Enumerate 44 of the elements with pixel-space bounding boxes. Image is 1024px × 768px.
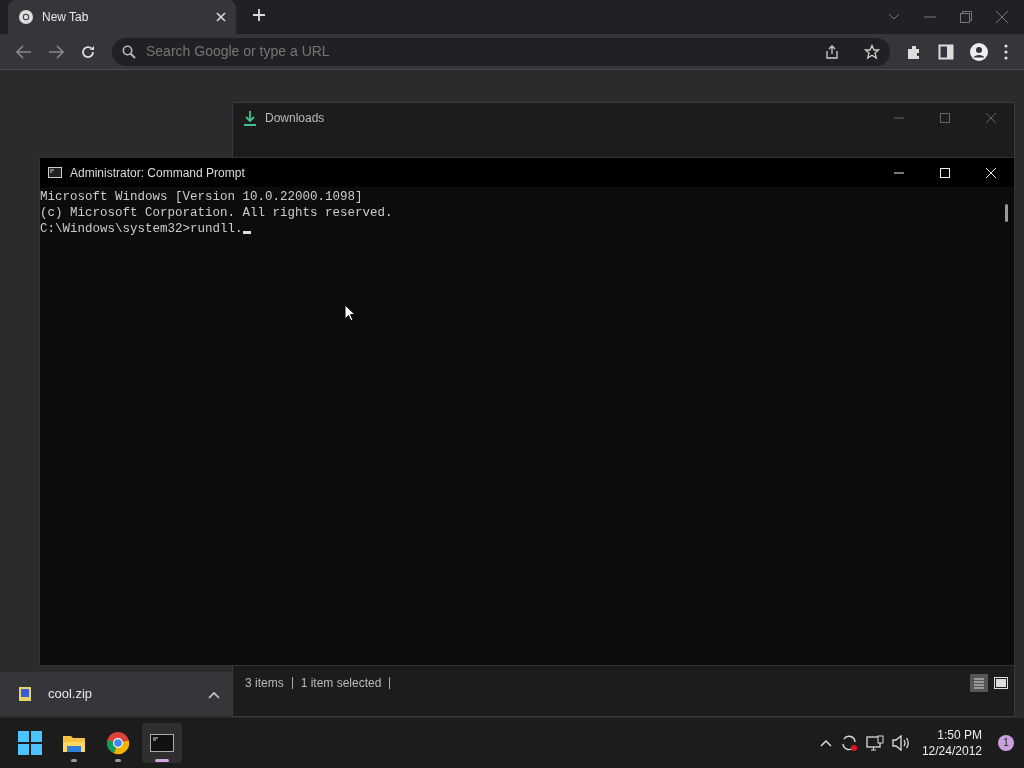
window-title: Downloads xyxy=(265,110,325,127)
terminal-icon xyxy=(48,167,62,178)
address-bar[interactable]: Search Google or type a URL xyxy=(112,37,890,66)
chevron-up-icon[interactable] xyxy=(208,690,220,699)
sync-icon[interactable] xyxy=(839,734,858,752)
browser-tab[interactable]: New Tab xyxy=(8,0,236,34)
chevron-down-icon[interactable] xyxy=(888,13,900,21)
speaker-icon[interactable] xyxy=(891,735,910,751)
back-icon[interactable] xyxy=(16,44,32,59)
windows-logo-icon xyxy=(18,731,42,755)
chrome-icon xyxy=(18,9,34,25)
forward-icon[interactable] xyxy=(48,44,64,59)
share-icon[interactable] xyxy=(824,43,840,60)
side-panel-icon[interactable] xyxy=(938,43,954,60)
reload-icon[interactable] xyxy=(80,43,96,60)
restore-icon[interactable] xyxy=(960,11,972,23)
chrome-icon xyxy=(106,731,130,755)
clock-time: 1:50 PM xyxy=(936,727,982,743)
window-title: Administrator: Command Prompt xyxy=(70,164,245,182)
puzzle-icon[interactable] xyxy=(906,43,922,60)
file-name: cool.zip xyxy=(48,685,93,704)
clock-date: 12/24/2012 xyxy=(921,743,982,759)
console-line: C:\Windows\system32>rundll. xyxy=(40,221,243,237)
mouse-cursor-icon xyxy=(344,303,356,322)
profile-icon[interactable] xyxy=(970,42,988,61)
notification-badge[interactable]: 1 xyxy=(998,735,1014,751)
terminal-icon xyxy=(150,731,174,755)
text-cursor xyxy=(242,231,251,234)
scrollbar-thumb[interactable] xyxy=(1005,204,1008,222)
console-line: Microsoft Windows [Version 10.0.22000.1098] xyxy=(40,189,363,205)
network-icon[interactable] xyxy=(865,735,884,751)
zip-file-icon xyxy=(18,686,32,702)
tab-label: New Tab xyxy=(42,9,90,26)
new-tab-icon[interactable] xyxy=(252,7,266,22)
more-icon[interactable] xyxy=(1004,43,1008,60)
status-text: 3 items xyxy=(245,675,284,692)
chevron-up-icon[interactable] xyxy=(819,739,832,747)
taskbar-app[interactable] xyxy=(142,723,182,763)
search-icon xyxy=(122,44,136,59)
star-icon[interactable] xyxy=(864,43,880,60)
console-line: (c) Microsoft Corporation. All rights reserved. xyxy=(40,205,393,221)
status-text: 1 item selected xyxy=(300,675,382,692)
download-icon xyxy=(243,110,257,126)
tiles-view-icon[interactable] xyxy=(992,674,1010,692)
